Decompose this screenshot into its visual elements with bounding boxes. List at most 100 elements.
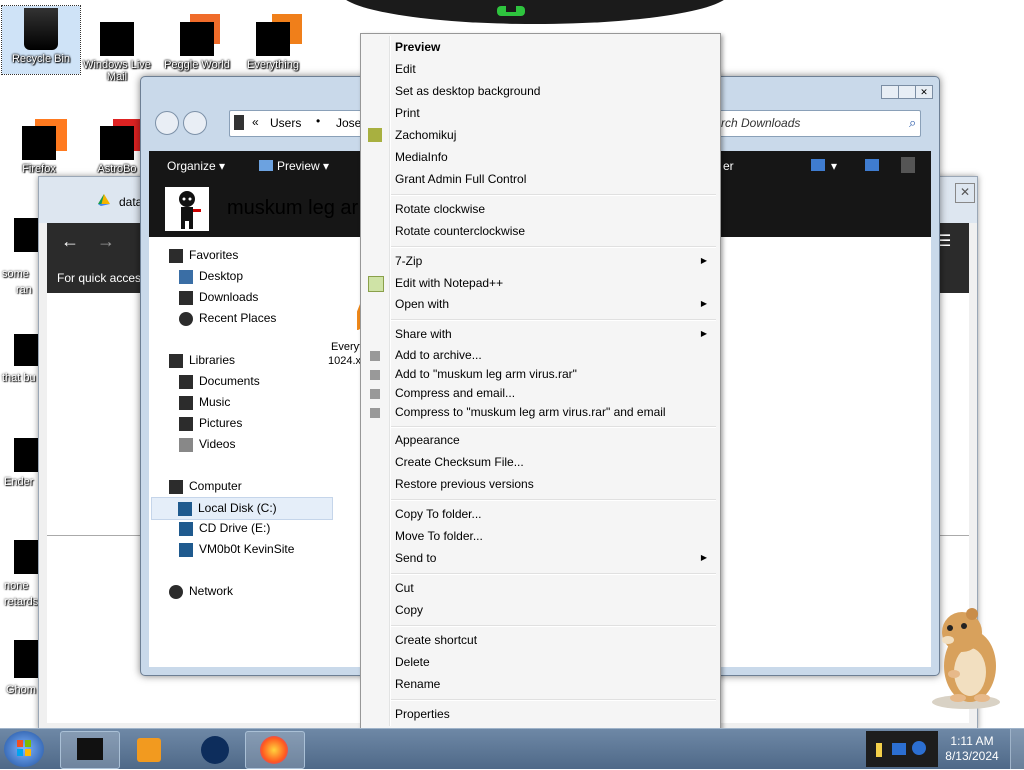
menu-item-copy-to-folder[interactable]: Copy To folder...	[395, 504, 713, 524]
search-icon[interactable]: ⌕	[909, 115, 916, 131]
toolbar-extra-label[interactable]: er	[723, 159, 734, 173]
menu-label: Create Checksum File...	[395, 455, 524, 469]
menu-item-rename[interactable]: Rename	[395, 674, 713, 694]
breadcrumb-users[interactable]: Users	[270, 116, 301, 130]
browser-close-button[interactable]: ✕	[955, 183, 975, 203]
organize-button[interactable]: Organize ▾	[167, 159, 225, 173]
preview-label: Preview	[277, 159, 320, 173]
nav-network[interactable]: Network	[169, 581, 233, 602]
menu-item-appearance[interactable]: Appearance	[395, 430, 713, 450]
menu-item-7zip[interactable]: 7-Zip ▶	[395, 251, 713, 271]
nav-network-drive[interactable]: VM0b0t KevinSite	[179, 539, 294, 560]
menu-item-print[interactable]: Print	[395, 103, 713, 123]
side-label: ran	[16, 284, 32, 296]
nav-favorites[interactable]: Favorites	[169, 245, 238, 266]
breadcrumb-user[interactable]: Jose	[336, 116, 361, 130]
view-icon[interactable]	[811, 159, 825, 171]
menu-item-rotate-counterclockwise[interactable]: Rotate counterclockwise	[395, 221, 713, 241]
menu-item-open-with[interactable]: Open with ▶	[395, 294, 713, 314]
nav-music[interactable]: Music	[179, 392, 230, 413]
forward-arrow-icon[interactable]: →	[97, 231, 115, 252]
menu-item-cut[interactable]: Cut	[395, 578, 713, 598]
nav-desktop[interactable]: Desktop	[179, 266, 243, 287]
desktop-icon-recycle-bin[interactable]: Recycle Bin	[1, 5, 81, 75]
menu-item-add-to-archive[interactable]: Add to archive...	[395, 345, 713, 365]
back-arrow-icon[interactable]: ←	[61, 231, 79, 252]
desktop-icon-partial[interactable]	[14, 438, 38, 472]
forward-button[interactable]	[183, 111, 207, 135]
desktop-icon-everything[interactable]: Everything	[234, 8, 312, 71]
volume-tray-icon[interactable]	[912, 741, 926, 755]
menu-item-create-shortcut[interactable]: Create shortcut	[395, 630, 713, 650]
menu-item-compress-and-email[interactable]: Compress and email...	[395, 383, 713, 403]
nav-label: Network	[189, 584, 234, 598]
gadget-led-icon	[497, 6, 525, 16]
taskbar-app-button[interactable]	[184, 731, 244, 769]
menu-item-edit[interactable]: Edit	[395, 59, 713, 79]
folder-path-icon	[234, 115, 244, 130]
desktop-icon-peggle-world[interactable]: Peggle World	[158, 8, 236, 71]
organize-label: Organize	[167, 159, 216, 173]
search-placeholder[interactable]: rch Downloads	[721, 116, 800, 130]
menu-item-grant-admin[interactable]: Grant Admin Full Control	[395, 169, 713, 189]
desktop-icon-label: Everything	[247, 59, 299, 71]
nav-label: Favorites	[189, 248, 239, 262]
start-button[interactable]	[4, 731, 44, 767]
desktop-icon-partial[interactable]	[14, 334, 38, 366]
menu-item-share-with[interactable]: Share with ▶	[395, 324, 713, 344]
taskbar-firefox-button[interactable]	[245, 731, 305, 769]
view-dropdown-icon[interactable]: ▾	[831, 159, 837, 173]
nav-computer[interactable]: Computer	[169, 476, 242, 497]
menu-item-copy[interactable]: Copy	[395, 600, 713, 620]
everything-icon	[256, 22, 290, 56]
network-tray-icon[interactable]	[892, 743, 906, 755]
hamster-desktop-pet[interactable]	[926, 602, 1008, 712]
help-icon[interactable]	[901, 157, 915, 173]
desktop-icon-windows-live-mail[interactable]: Windows Live Mail	[78, 8, 156, 83]
nav-libraries[interactable]: Libraries	[169, 350, 235, 371]
nav-cd-drive[interactable]: CD Drive (E:)	[179, 518, 270, 539]
menu-item-zachomikuj[interactable]: Zachomikuj	[395, 125, 713, 145]
show-desktop-button[interactable]	[1010, 729, 1024, 769]
media-player-icon	[137, 738, 161, 762]
desktop-icon-label: Firefox	[22, 163, 56, 175]
back-button[interactable]	[155, 111, 179, 135]
menu-item-rotate-clockwise[interactable]: Rotate clockwise	[395, 199, 713, 219]
menu-item-properties[interactable]: Properties	[395, 704, 713, 724]
nav-pictures[interactable]: Pictures	[179, 413, 242, 434]
preview-pane-icon[interactable]	[865, 159, 879, 171]
taskbar-clock[interactable]: 1:11 AM 8/13/2024	[944, 734, 1000, 764]
menu-item-delete[interactable]: Delete	[395, 652, 713, 672]
nav-label: Music	[199, 395, 231, 409]
browser-tab-label[interactable]: data	[119, 195, 142, 209]
preview-button[interactable]: Preview ▾	[277, 159, 329, 173]
desktop-icon-firefox[interactable]: Firefox	[0, 112, 78, 175]
tray-icon[interactable]	[876, 743, 882, 757]
minimize-button[interactable]	[881, 85, 899, 99]
menu-item-create-checksum[interactable]: Create Checksum File...	[395, 452, 713, 472]
nav-documents[interactable]: Documents	[179, 371, 260, 392]
menu-item-send-to[interactable]: Send to ▶	[395, 548, 713, 568]
menu-item-preview[interactable]: Preview	[395, 37, 713, 57]
close-button[interactable]: ✕	[915, 85, 933, 99]
menu-item-restore-previous-versions[interactable]: Restore previous versions	[395, 474, 713, 494]
nav-videos[interactable]: Videos	[179, 434, 235, 455]
winrar-icon	[370, 351, 380, 361]
desktop-icon-partial[interactable]	[14, 218, 38, 252]
nav-downloads[interactable]: Downloads	[179, 287, 258, 308]
menu-item-mediainfo[interactable]: MediaInfo	[395, 147, 713, 167]
desktop-icon-partial[interactable]	[14, 640, 38, 678]
menu-item-add-to-rar[interactable]: Add to "muskum leg arm virus.rar"	[395, 364, 713, 384]
nav-recent-places[interactable]: Recent Places	[179, 308, 276, 329]
menu-label: Compress and email...	[395, 386, 516, 400]
taskbar-explorer-button[interactable]	[60, 731, 120, 769]
menu-item-compress-to-rar-and-email[interactable]: Compress to "muskum leg arm virus.rar" a…	[395, 402, 713, 422]
taskbar-media-button[interactable]	[120, 731, 180, 769]
menu-label: Cut	[395, 581, 414, 595]
menu-item-set-desktop-background[interactable]: Set as desktop background	[395, 81, 713, 101]
menu-item-move-to-folder[interactable]: Move To folder...	[395, 526, 713, 546]
nav-local-disk[interactable]: Local Disk (C:)	[151, 497, 333, 520]
desktop-icon-partial[interactable]	[14, 540, 38, 574]
menu-item-edit-with-notepad[interactable]: Edit with Notepad++	[395, 273, 713, 293]
maximize-button[interactable]	[898, 85, 916, 99]
